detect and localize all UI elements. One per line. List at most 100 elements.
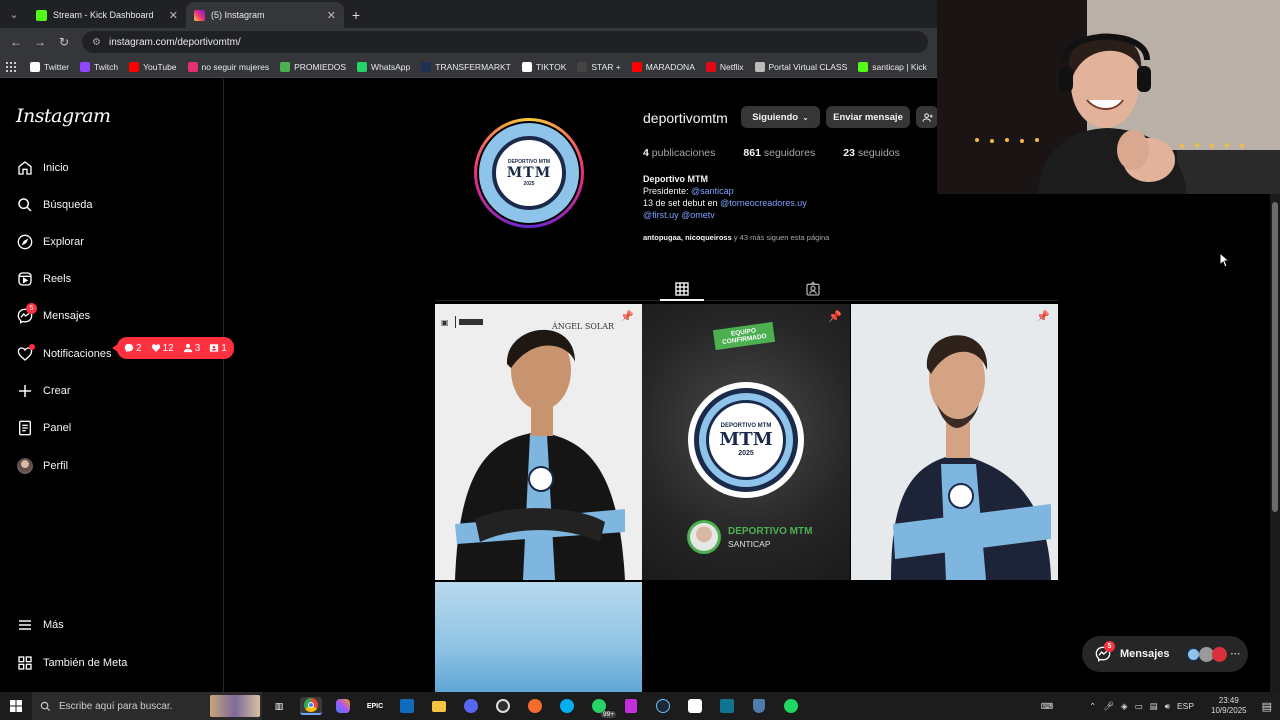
bio-line: 13 de set debut en @torneocreadores.uy: [643, 198, 807, 208]
x-icon: [30, 61, 40, 72]
messages-floating-button[interactable]: 5 Mensajes ···: [1082, 636, 1248, 672]
post-tile[interactable]: [435, 582, 642, 692]
mention-link[interactable]: @ometv: [681, 210, 715, 220]
sidebar-item-panel[interactable]: Panel: [16, 419, 71, 437]
vpn-shield-icon[interactable]: [748, 697, 770, 715]
url-input[interactable]: ⚙ instagram.com/deportivomtm/: [82, 31, 928, 53]
grid-icon[interactable]: [674, 281, 690, 297]
following-stat[interactable]: 23 seguidos: [843, 147, 900, 159]
followers-stat[interactable]: 861 seguidores: [743, 147, 815, 159]
capcut-icon[interactable]: [684, 697, 706, 715]
bookmark-label: TRANSFERMARKT: [435, 61, 511, 72]
tab-search-icon[interactable]: ⌄: [0, 0, 28, 28]
sidebar-item-reels[interactable]: Reels: [16, 270, 71, 288]
network-icon[interactable]: ▤: [1150, 701, 1158, 712]
bookmark-portal-virtual-class[interactable]: Portal Virtual CLASS: [754, 61, 847, 72]
post-tile[interactable]: 📌: [851, 304, 1058, 580]
sidebar-item-label: Búsqueda: [43, 199, 93, 211]
bookmark-maradona[interactable]: MARADONA: [631, 61, 695, 72]
mention-link[interactable]: @first.uy: [643, 210, 679, 220]
close-tab-icon[interactable]: ✕: [327, 9, 336, 22]
bookmark-santicap-kick[interactable]: santicap | Kick: [858, 61, 927, 72]
following-button[interactable]: Siguiendo ⌄: [741, 106, 820, 128]
sidebar-item-mas[interactable]: Más: [16, 616, 64, 634]
sidebar-item-crear[interactable]: Crear: [16, 382, 71, 400]
monitor-icon[interactable]: ▭: [1135, 701, 1143, 712]
bookmark-label: Twitter: [44, 61, 70, 72]
mention-link[interactable]: @torneocreadores.uy: [720, 198, 807, 208]
notification-center-icon[interactable]: ▤: [1262, 700, 1272, 713]
sidebar-item-perfil[interactable]: Perfil: [16, 457, 68, 475]
new-tab-button[interactable]: +: [344, 2, 368, 28]
taskbar-search-input[interactable]: Escribe aquí para buscar.: [32, 692, 262, 720]
pin-icon: 📌: [828, 311, 842, 323]
task-view-icon[interactable]: ▥: [268, 697, 290, 715]
keyboard-icon[interactable]: ⌨: [1041, 701, 1053, 712]
tab-kick-dashboard[interactable]: Stream - Kick Dashboard ✕: [28, 2, 186, 28]
bookmark-promiedos[interactable]: PROMIEDOS: [280, 61, 346, 72]
terminal-icon[interactable]: [716, 697, 738, 715]
chevron-up-icon[interactable]: ⌃: [1089, 701, 1096, 712]
outlook-icon[interactable]: [396, 697, 418, 715]
bookmark-twitter[interactable]: Twitter: [30, 61, 70, 72]
posts-stat[interactable]: 4 publicaciones: [643, 147, 715, 159]
tagged-icon[interactable]: [805, 281, 821, 297]
bookmark-transfermarkt[interactable]: TRANSFERMARKT: [421, 61, 511, 72]
close-tab-icon[interactable]: ✕: [169, 9, 178, 22]
sidebar-item-busqueda[interactable]: Búsqueda: [16, 196, 93, 214]
discord-icon[interactable]: [460, 697, 482, 715]
bookmark-star[interactable]: STAR +: [577, 61, 621, 72]
forward-icon[interactable]: →: [28, 35, 52, 49]
chrome-icon[interactable]: [300, 697, 322, 715]
bookmark-tiktok[interactable]: TIKTOK: [521, 61, 566, 72]
whatsapp-icon[interactable]: 99+: [588, 697, 616, 718]
microphone-icon[interactable]: 🎤︎: [1103, 701, 1114, 712]
instagram-logo[interactable]: Instagram: [16, 105, 111, 127]
clock[interactable]: 23:49 10/9/2025: [1211, 696, 1247, 716]
sidebar-item-notificaciones[interactable]: Notificaciones: [16, 344, 111, 363]
volume-icon[interactable]: 🔊︎: [1165, 701, 1170, 712]
back-icon[interactable]: ←: [4, 35, 28, 49]
sidebar-item-explorar[interactable]: Explorar: [16, 233, 84, 251]
site-info-icon[interactable]: ⚙: [92, 37, 101, 48]
steam-icon[interactable]: [652, 697, 674, 715]
bookmark-netflix[interactable]: Netflix: [705, 61, 744, 72]
windows-start-button[interactable]: [0, 692, 32, 720]
epic-games-icon[interactable]: EPIC: [364, 697, 386, 715]
post-tile[interactable]: ▣ ÁNGEL SOLAR 📌: [435, 304, 642, 580]
skype-icon[interactable]: [556, 697, 578, 715]
webcam-overlay: [937, 0, 1280, 194]
bio-line: Presidente: @santicap: [643, 186, 734, 196]
copilot-icon[interactable]: [332, 697, 354, 715]
scrollbar-thumb[interactable]: [1272, 202, 1278, 512]
messenger-icon: 5: [1094, 641, 1115, 663]
followed-by-note[interactable]: antopugaa, nicoqueiross y 43 más siguen …: [643, 233, 829, 242]
shield-icon[interactable]: ◈: [1121, 701, 1128, 712]
bookmark-twitch[interactable]: Twitch: [80, 61, 118, 72]
language-indicator[interactable]: ESP: [1177, 701, 1194, 711]
sidebar-item-tambien-de-meta[interactable]: También de Meta: [16, 654, 127, 672]
tab-instagram[interactable]: (5) Instagram ✕: [186, 2, 344, 28]
sidebar-item-inicio[interactable]: Inicio: [16, 159, 69, 177]
person-icon: [183, 343, 192, 353]
bookmark-youtube[interactable]: YouTube: [129, 61, 177, 72]
mention-link[interactable]: @santicap: [691, 186, 734, 196]
spotify-icon[interactable]: [780, 697, 802, 715]
avatar: [1211, 646, 1227, 662]
notifications-summary-pill[interactable]: 2 12 3 1: [112, 337, 234, 359]
onenote-icon[interactable]: [620, 697, 642, 715]
bookmark-whatsapp[interactable]: WhatsApp: [357, 61, 410, 72]
sidebar-item-mensajes[interactable]: 5 Mensajes: [16, 303, 90, 325]
obs-icon[interactable]: [492, 697, 514, 715]
post-tile[interactable]: 📌 EQUIPO CONFIRMADO DEPORTIVO MTM MTM 20…: [642, 304, 850, 580]
origin-icon[interactable]: [524, 697, 546, 715]
file-explorer-icon[interactable]: [428, 697, 450, 715]
clock-date: 10/9/2025: [1211, 706, 1247, 715]
page-scrollbar[interactable]: [1270, 194, 1280, 692]
reload-icon[interactable]: ↻: [52, 35, 76, 49]
suggest-people-button[interactable]: [916, 106, 938, 128]
apps-grid-icon[interactable]: [6, 61, 16, 72]
bookmark-no-seguir-mujeres[interactable]: no seguir mujeres: [187, 61, 269, 72]
send-message-button[interactable]: Enviar mensaje: [826, 106, 910, 128]
profile-avatar[interactable]: DEPORTIVO MTM MTM 2025: [474, 118, 584, 228]
